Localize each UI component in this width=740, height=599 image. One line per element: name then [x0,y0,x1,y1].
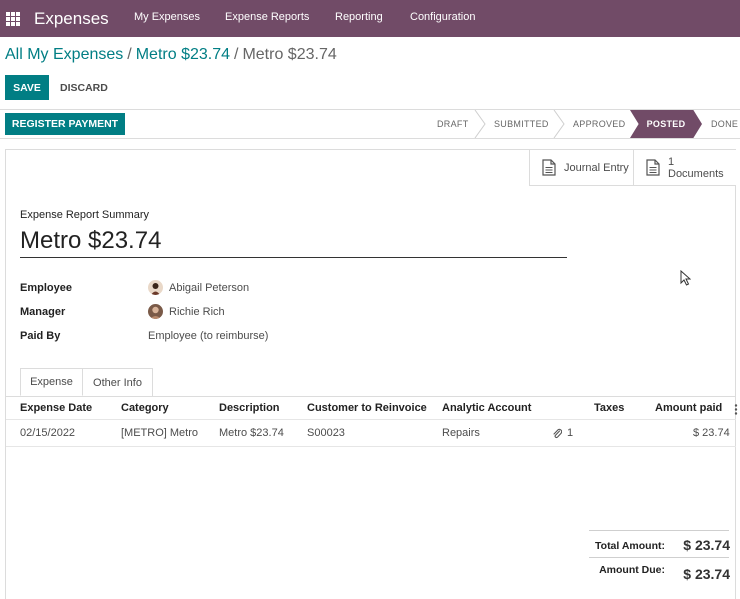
menu-expense-reports[interactable]: Expense Reports [225,11,309,23]
tab-divider [6,396,736,397]
stage-submitted[interactable]: SUBMITTED [494,110,549,138]
column-options-icon[interactable] [734,404,738,415]
manager-label: Manager [20,306,66,318]
col-expense-date[interactable]: Expense Date [20,402,92,414]
tab-other-info[interactable]: Other Info [83,368,153,396]
mouse-cursor-icon [680,270,691,286]
menu-my-expenses[interactable]: My Expenses [134,11,200,23]
breadcrumb-current: Metro $23.74 [242,46,337,63]
paid-by-field[interactable]: Employee (to reimburse) [148,330,268,342]
paid-by-label: Paid By [20,330,61,342]
breadcrumb: All My Expenses / Metro $23.74/Metro $23.7… [5,46,337,64]
register-payment-button[interactable]: REGISTER PAYMENT [5,113,125,135]
discard-button[interactable]: DISCARD [60,82,108,94]
report-title-input[interactable]: Metro $23.74 [20,227,161,255]
stage-posted[interactable]: POSTED [630,110,702,138]
cell-amount-paid: $ 23.74 [693,427,730,439]
menu-configuration[interactable]: Configuration [410,11,475,23]
cell-description: Metro $23.74 [219,427,284,439]
manager-avatar [148,304,163,319]
cell-expense-date: 02/15/2022 [20,427,76,439]
cell-customer: S00023 [307,427,345,439]
col-customer-reinvoice[interactable]: Customer to Reinvoice [307,402,427,414]
totals-divider [589,530,729,531]
cell-category: [METRO] Metro [121,427,199,439]
total-amount-label: Total Amount: [595,540,665,552]
cell-analytic-account: Repairs [442,427,480,439]
amount-due-label: Amount Due: [599,564,665,576]
amount-due-value: $ 23.74 [683,566,730,582]
col-amount-paid[interactable]: Amount paid [655,402,722,414]
employee-avatar [148,280,163,295]
apps-grid-icon[interactable] [6,11,20,26]
breadcrumb-separator: / [234,46,239,63]
paperclip-icon[interactable] [552,428,562,439]
stage-separator-icon [553,110,565,138]
journal-entry-smart-button[interactable]: Journal Entry [529,150,633,186]
cell-attachment-count: 1 [567,427,574,439]
tab-expense[interactable]: Expense [20,368,83,396]
col-description[interactable]: Description [219,402,280,414]
col-analytic-account[interactable]: Analytic Account [442,402,531,414]
breadcrumb-all-my-expenses[interactable]: All My Expenses [5,46,123,63]
summary-label: Expense Report Summary [20,209,149,221]
totals-divider [589,557,729,558]
divider [0,138,740,139]
employee-field[interactable]: Abigail Peterson [169,282,249,294]
table-header-divider [6,419,736,420]
divider [0,109,740,110]
app-brand[interactable]: Expenses [34,9,109,29]
title-underline [20,257,567,258]
breadcrumb-report[interactable]: Metro $23.74 [136,46,230,63]
document-icon [542,159,556,176]
table-row-divider [6,446,736,447]
stage-separator-icon [474,110,486,138]
journal-entry-label: Journal Entry [564,161,629,174]
documents-smart-button[interactable]: 1 Documents [633,150,736,186]
documents-count: 1 [668,155,675,168]
stage-draft[interactable]: DRAFT [437,110,469,138]
documents-label: 1 Documents [668,156,724,180]
stage-done[interactable]: DONE [711,110,738,138]
col-taxes[interactable]: Taxes [594,402,624,414]
stage-approved[interactable]: APPROVED [573,110,625,138]
document-icon [646,159,660,176]
total-amount-value: $ 23.74 [683,537,730,553]
manager-field[interactable]: Richie Rich [169,306,225,318]
employee-label: Employee [20,282,72,294]
menu-reporting[interactable]: Reporting [335,11,383,23]
documents-text: Documents [668,167,724,180]
col-category[interactable]: Category [121,402,169,414]
top-navbar: Expenses My Expenses Expense Reports Rep… [0,0,740,37]
breadcrumb-separator: / [127,46,132,63]
save-button[interactable]: SAVE [5,75,49,100]
